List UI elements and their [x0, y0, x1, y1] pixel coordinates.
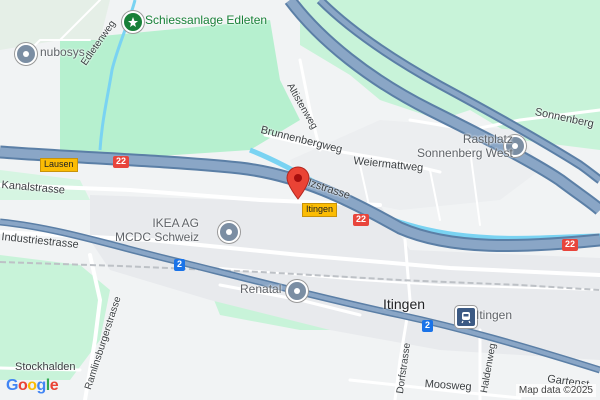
renatal-pin-icon[interactable] [286, 280, 308, 302]
route-shield-a22: 22 [113, 156, 130, 168]
place-label-itingen-station[interactable]: Itingen [476, 309, 512, 321]
business-pin-icon[interactable] [15, 43, 37, 65]
exit-label-lausen: Lausen [40, 158, 78, 172]
route-shield-a2: 2 [422, 320, 434, 332]
place-label-ikea[interactable]: IKEA AG MCDC Schweiz [115, 216, 199, 244]
route-shield-a2: 2 [174, 259, 186, 271]
map-canvas[interactable]: Schiessanlage Edleten nubosys IKEA AG MC… [0, 0, 600, 400]
place-label-nubosys[interactable]: nubosys [40, 46, 85, 58]
street-label-stockhalden: Stockhalden [15, 361, 76, 373]
park-pin-icon[interactable] [122, 11, 144, 33]
town-label-itingen[interactable]: Itingen [383, 297, 425, 311]
map-attribution[interactable]: Map data ©2025 [515, 384, 596, 397]
place-label-rastplatz[interactable]: Rastplatz Sonnenberg West [417, 132, 513, 160]
route-shield-a22: 22 [353, 214, 370, 226]
google-logo: Google [6, 377, 59, 394]
route-shield-a22: 22 [562, 239, 579, 251]
place-label-schiessanlage[interactable]: Schiessanlage Edleten [145, 14, 267, 26]
train-station-icon[interactable] [455, 306, 477, 328]
exit-label-itingen: Itingen [302, 203, 338, 217]
place-label-renatal[interactable]: Renatal [240, 283, 281, 295]
ikea-pin-icon[interactable] [218, 221, 240, 243]
location-marker-icon[interactable] [286, 166, 310, 200]
